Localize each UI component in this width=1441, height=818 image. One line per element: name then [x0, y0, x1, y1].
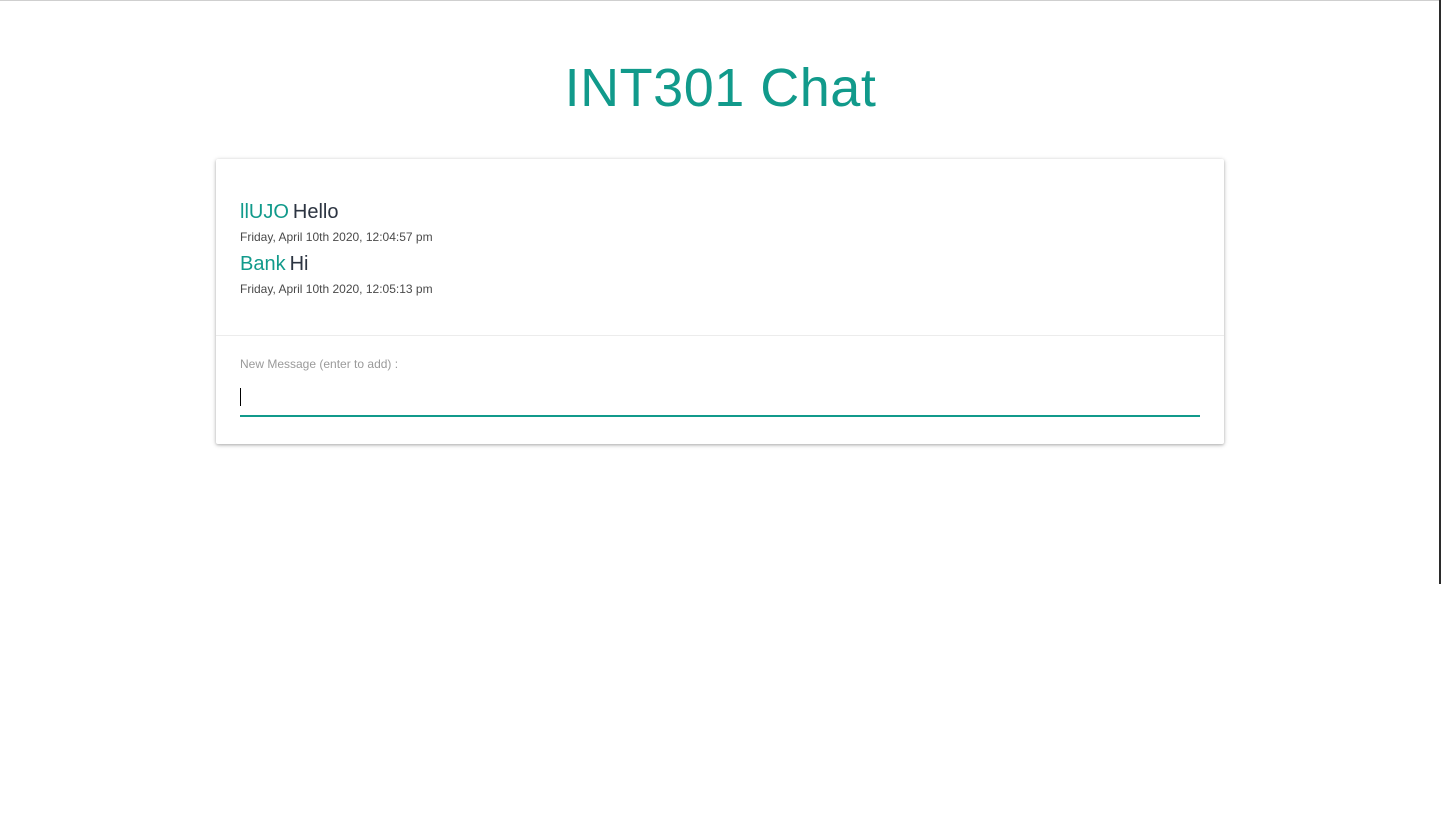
message-item: llUJO Hello Friday, April 10th 2020, 12:0… [240, 197, 1200, 245]
message-text: Hello [292, 201, 339, 223]
new-message-input[interactable] [240, 383, 1200, 417]
new-message-label: New Message (enter to add) : [240, 357, 399, 371]
message-username: Bank [240, 253, 286, 275]
message-text: Hi [289, 253, 309, 275]
message-username: llUJO [240, 201, 289, 223]
message-line: Bank Hi [240, 249, 1200, 279]
message-timestamp: Friday, April 10th 2020, 12:04:57 pm [240, 230, 433, 244]
text-caret [240, 388, 241, 406]
chat-card: llUJO Hello Friday, April 10th 2020, 12:0… [216, 159, 1224, 444]
message-list: llUJO Hello Friday, April 10th 2020, 12:0… [240, 197, 1200, 301]
message-timestamp: Friday, April 10th 2020, 12:05:13 pm [240, 282, 433, 296]
card-divider [216, 335, 1224, 336]
top-border [0, 0, 1441, 1]
app-viewport: INT301 Chat llUJO Hello Friday, April 10t… [0, 0, 1441, 818]
message-line: llUJO Hello [240, 197, 1200, 227]
message-item: Bank Hi Friday, April 10th 2020, 12:05:13… [240, 249, 1200, 297]
page-title: INT301 Chat [564, 58, 877, 118]
